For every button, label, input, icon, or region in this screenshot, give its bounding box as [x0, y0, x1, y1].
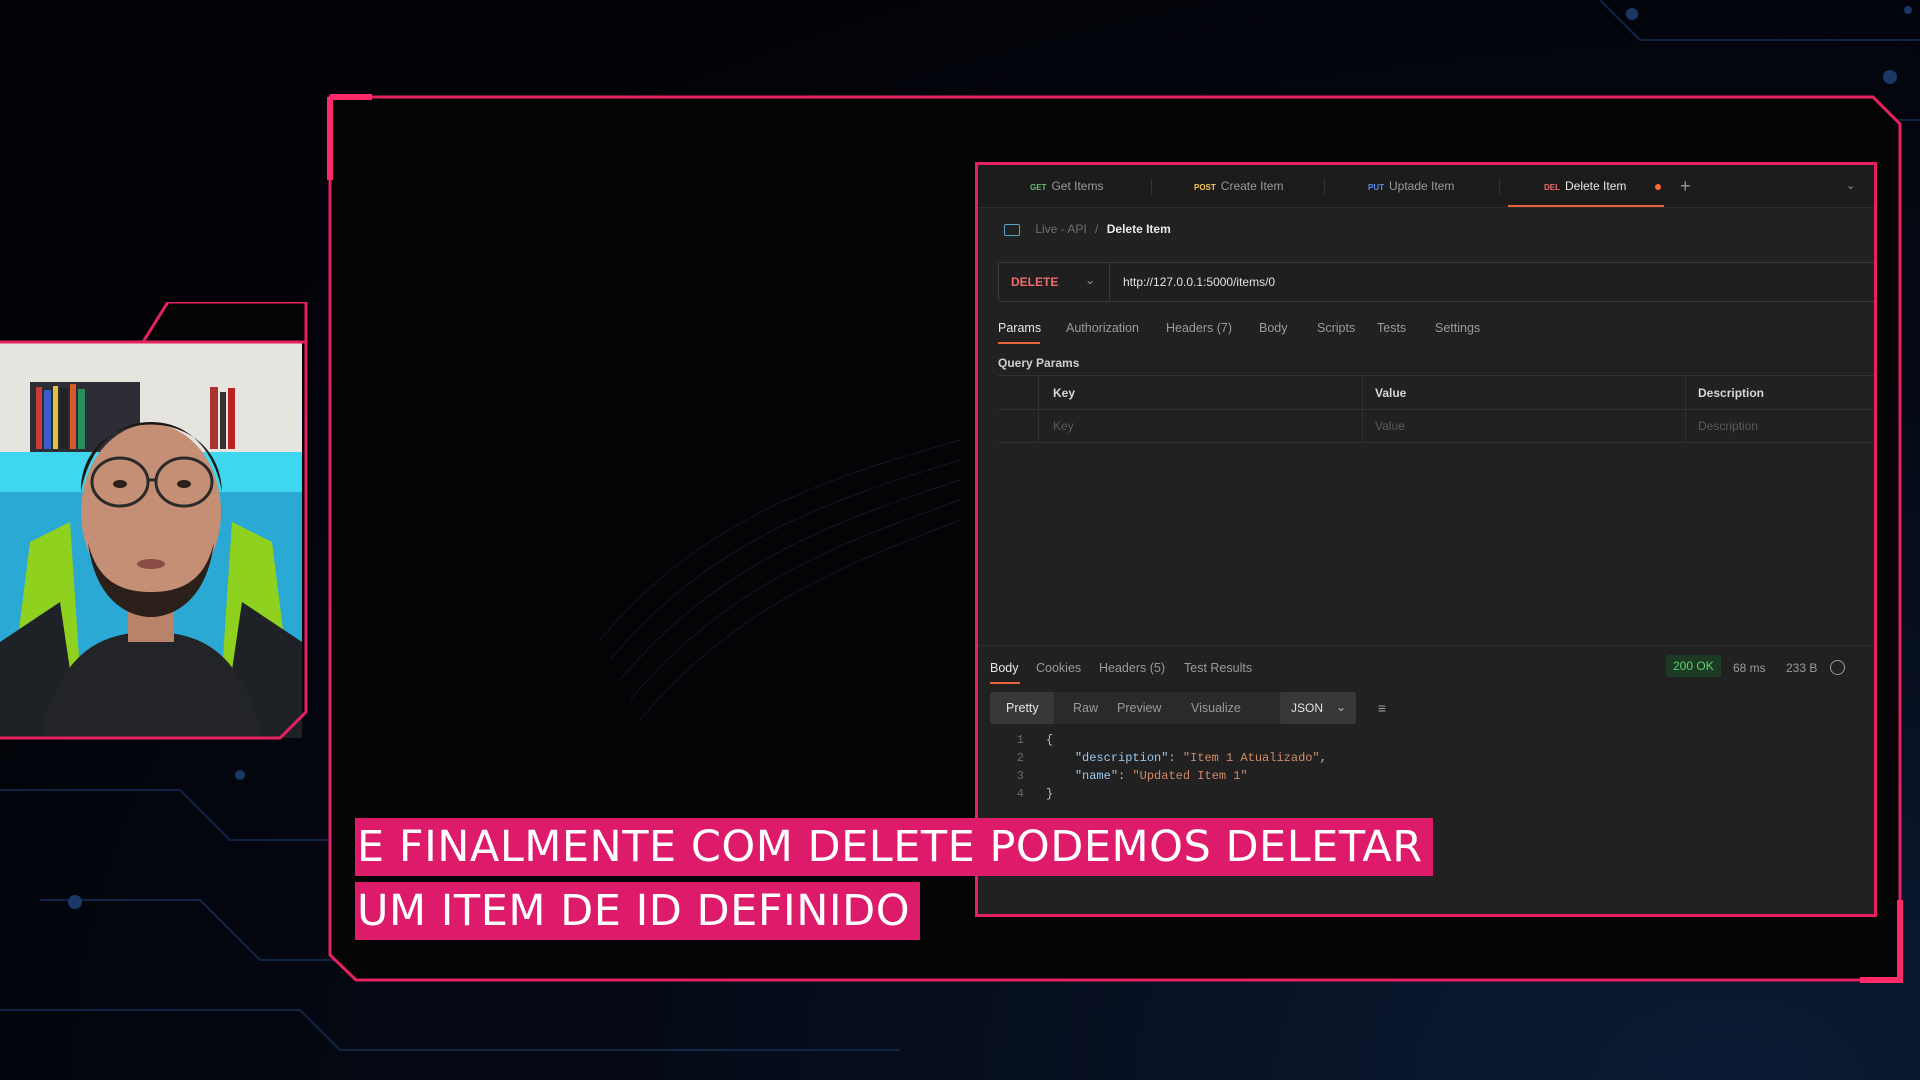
column-divider — [1038, 376, 1039, 442]
tab-tests[interactable]: Tests — [1377, 321, 1406, 335]
json-brace: } — [1046, 787, 1054, 801]
json-key: "name" — [1074, 769, 1119, 783]
response-tab-cookies[interactable]: Cookies — [1036, 661, 1081, 675]
method-badge: PUT — [1368, 183, 1384, 192]
response-tab-test-results[interactable]: Test Results — [1184, 661, 1252, 675]
method-badge: POST — [1194, 183, 1216, 192]
query-params-title: Query Params — [998, 356, 1080, 370]
column-header-description: Description — [1698, 386, 1765, 400]
value-input[interactable]: Value — [1375, 419, 1405, 433]
tab-settings[interactable]: Settings — [1435, 321, 1480, 335]
tab-divider — [1151, 179, 1152, 195]
tab-get-items[interactable]: GET Get Items — [1030, 165, 1103, 207]
chevron-down-icon[interactable]: ⌄ — [1085, 273, 1095, 287]
tab-authorization[interactable]: Authorization — [1066, 321, 1139, 335]
active-response-tab-indicator — [990, 682, 1020, 684]
breadcrumb-collection[interactable]: Live - API — [1035, 222, 1086, 236]
json-key: "description" — [1074, 751, 1169, 765]
webcam-overlay — [0, 302, 308, 740]
response-time[interactable]: 68 ms — [1733, 661, 1766, 675]
breadcrumb-separator: / — [1095, 222, 1099, 236]
table-header-row: Key Value Description — [998, 376, 1874, 410]
url-input[interactable]: http://127.0.0.1:5000/items/0 — [1123, 275, 1275, 289]
json-value: "Item 1 Atualizado" — [1182, 751, 1320, 765]
url-bar: DELETE ⌄ http://127.0.0.1:5000/items/0 — [998, 262, 1874, 302]
code-line: "name": "Updated Item 1" — [1074, 769, 1248, 783]
breadcrumb-request[interactable]: Delete Item — [1107, 222, 1171, 236]
column-header-key: Key — [1053, 386, 1076, 400]
line-number: 2 — [1016, 751, 1024, 765]
http-method-select[interactable]: DELETE — [1011, 275, 1058, 289]
format-raw[interactable]: Raw — [1073, 701, 1098, 715]
method-badge: GET — [1030, 183, 1047, 192]
breadcrumb: Live - API / Delete Item — [1004, 222, 1171, 236]
globe-icon[interactable] — [1830, 660, 1845, 675]
new-tab-plus-icon[interactable]: + — [1680, 165, 1691, 207]
line-number: 3 — [1016, 769, 1024, 783]
json-brace: { — [1046, 733, 1054, 747]
chevron-down-icon: ⌄ — [1336, 700, 1347, 714]
tab-delete-item[interactable]: DEL Delete Item — [1508, 165, 1664, 207]
json-value: "Updated Item 1" — [1132, 769, 1248, 783]
tab-create-item[interactable]: POST Create Item — [1194, 165, 1283, 207]
response-tab-body[interactable]: Body — [990, 661, 1019, 675]
table-row: Key Value Description — [998, 409, 1874, 443]
description-input[interactable]: Description — [1698, 419, 1758, 433]
format-select[interactable]: JSON ⌄ — [1280, 692, 1356, 724]
response-divider[interactable] — [978, 645, 1874, 646]
unsaved-dot — [1655, 184, 1661, 190]
tab-scripts[interactable]: Scripts — [1317, 321, 1355, 335]
tab-params[interactable]: Params — [998, 321, 1041, 335]
tab-divider — [1324, 179, 1325, 195]
wrap-lines-icon[interactable]: ≡ — [1366, 692, 1398, 724]
format-pretty[interactable]: Pretty — [1006, 701, 1039, 715]
tab-label: Delete Item — [1565, 179, 1627, 193]
tabs-dropdown-chevron-icon[interactable]: ⌄ — [1846, 165, 1855, 207]
key-input[interactable]: Key — [1053, 419, 1074, 433]
tab-label: Create Item — [1220, 179, 1284, 193]
subtitle-line-1: E FINALMENTE COM DELETE PODEMOS DELETAR — [355, 818, 1433, 876]
status-badge[interactable]: 200 OK — [1666, 655, 1721, 677]
code-line: } — [1046, 785, 1053, 803]
subtitle-line-2: UM ITEM DE ID DEFINIDO — [355, 882, 921, 940]
request-tabs-bar: GET Get Items POST Create Item PUT Uptade I… — [978, 165, 1874, 208]
active-tab-indicator — [998, 342, 1040, 344]
tab-divider — [1499, 179, 1500, 195]
tab-update-item[interactable]: PUT Uptade Item — [1368, 165, 1454, 207]
webcam-border — [0, 340, 308, 740]
format-visualize[interactable]: Visualize — [1191, 701, 1241, 715]
tab-label: Get Items — [1051, 179, 1104, 193]
url-divider — [1109, 263, 1110, 301]
column-divider — [1362, 376, 1363, 442]
column-header-value: Value — [1375, 386, 1407, 400]
http-request-icon — [1004, 223, 1020, 236]
response-size[interactable]: 233 B — [1786, 661, 1817, 675]
method-badge: DEL — [1544, 183, 1560, 192]
tab-body[interactable]: Body — [1259, 321, 1288, 335]
response-tab-headers[interactable]: Headers (5) — [1099, 661, 1165, 675]
tab-label: Uptade Item — [1389, 179, 1455, 193]
postman-window: GET Get Items POST Create Item PUT Uptade I… — [975, 162, 1877, 917]
tab-headers[interactable]: Headers (7) — [1166, 321, 1232, 335]
line-number: 1 — [1016, 733, 1024, 747]
code-line: { — [1046, 731, 1053, 749]
format-preview[interactable]: Preview — [1117, 701, 1161, 715]
format-select-value: JSON — [1291, 701, 1324, 715]
query-params-table: Key Value Description Key Value Descript… — [998, 375, 1874, 444]
code-line: "description": "Item 1 Atualizado", — [1074, 751, 1327, 765]
line-number: 4 — [1016, 787, 1024, 801]
column-divider — [1685, 376, 1686, 442]
